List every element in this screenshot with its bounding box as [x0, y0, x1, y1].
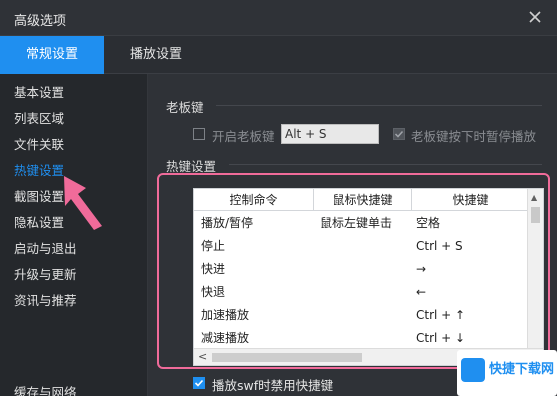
sidebar-item-upgrade[interactable]: 升级与更新 [14, 264, 77, 283]
table-row[interactable]: 停止 Ctrl + S [194, 235, 529, 258]
command-cell: 快退 [201, 285, 226, 299]
horizontal-scroll-thumb[interactable] [212, 353, 362, 362]
sidebar-item-news[interactable]: 资讯与推荐 [14, 290, 77, 309]
title-bar: 高级选项 [0, 0, 557, 36]
sidebar-item-privacy[interactable]: 隐私设置 [14, 212, 64, 231]
vertical-scroll-thumb[interactable] [531, 207, 540, 223]
command-cell: 减速播放 [201, 331, 250, 345]
boss-key-divider [216, 105, 542, 106]
sidebar-item-hotkeys[interactable]: 热键设置 [14, 160, 64, 179]
table-row[interactable]: 加速播放 Ctrl + ↑ [194, 304, 529, 327]
table-row[interactable]: 减速播放 Ctrl + ↓ [194, 327, 529, 350]
enable-boss-key-label: 开启老板键 [212, 129, 275, 144]
disable-hotkeys-swf-checkbox[interactable] [193, 377, 205, 389]
close-icon[interactable] [527, 9, 543, 25]
vertical-scrollbar[interactable]: ▲ [527, 189, 543, 349]
table-row[interactable]: 快进 → [194, 258, 529, 281]
key-cell: Ctrl + S [416, 239, 463, 253]
boss-key-section-title: 老板键 [166, 100, 204, 115]
watermark-text: 快捷下载网 [489, 362, 555, 377]
key-cell: Ctrl + ↓ [416, 331, 466, 345]
key-cell: ← [416, 285, 427, 299]
scroll-up-icon[interactable]: ▲ [531, 193, 537, 202]
tab-bar: 常规设置 播放设置 [0, 36, 557, 74]
key-cell: Ctrl + ↑ [416, 308, 466, 322]
sidebar-item-basic[interactable]: 基本设置 [14, 82, 64, 101]
command-cell: 快进 [201, 262, 226, 276]
boss-key-hotkey-input[interactable]: Alt + S [281, 124, 379, 144]
sidebar-item-cache-network[interactable]: 缓存与网络 [14, 382, 77, 396]
mouse-cell: 鼠标左键单击 [320, 216, 393, 230]
command-cell: 停止 [201, 239, 226, 253]
command-cell: 加速播放 [201, 308, 250, 322]
scroll-left-icon[interactable]: < [198, 350, 207, 363]
table-header: 控制命令 鼠标快捷键 快捷键 [194, 189, 529, 211]
tab-playback-settings[interactable]: 播放设置 [104, 36, 208, 74]
watermark-logo: 快捷下载网 [457, 350, 557, 396]
annotation-arrow-icon [64, 176, 102, 230]
column-header-mouse[interactable]: 鼠标快捷键 [314, 189, 412, 211]
key-cell: → [416, 262, 427, 276]
key-cell: 空格 [416, 216, 441, 230]
table-row[interactable]: 播放/暂停 鼠标左键单击 空格 [194, 212, 529, 235]
sidebar-item-screenshot[interactable]: 截图设置 [14, 186, 64, 205]
command-cell: 播放/暂停 [201, 216, 254, 230]
enable-boss-key-checkbox[interactable] [193, 128, 205, 140]
download-logo-icon [461, 358, 485, 382]
tab-general-settings[interactable]: 常规设置 [0, 36, 104, 74]
sidebar: 基本设置 列表区域 文件关联 热键设置 截图设置 隐私设置 启动与退出 升级与更… [0, 74, 148, 396]
sidebar-item-list-area[interactable]: 列表区域 [14, 108, 64, 127]
pause-on-boss-key-checkbox[interactable] [393, 128, 405, 140]
pause-on-boss-key-label: 老板键按下时暂停播放 [411, 129, 537, 144]
table-row[interactable]: 快退 ← [194, 281, 529, 304]
disable-hotkeys-swf-label: 播放swf时禁用快捷键 [212, 378, 334, 393]
column-header-command[interactable]: 控制命令 [194, 189, 314, 211]
sidebar-item-startup-exit[interactable]: 启动与退出 [14, 238, 77, 257]
window-title: 高级选项 [14, 14, 67, 29]
hotkeys-divider [229, 164, 542, 165]
hotkey-table: 控制命令 鼠标快捷键 快捷键 播放/暂停 鼠标左键单击 空格 停止 Ctrl +… [193, 188, 544, 366]
sidebar-item-file-association[interactable]: 文件关联 [14, 134, 64, 153]
column-header-shortcut[interactable]: 快捷键 [412, 189, 529, 211]
